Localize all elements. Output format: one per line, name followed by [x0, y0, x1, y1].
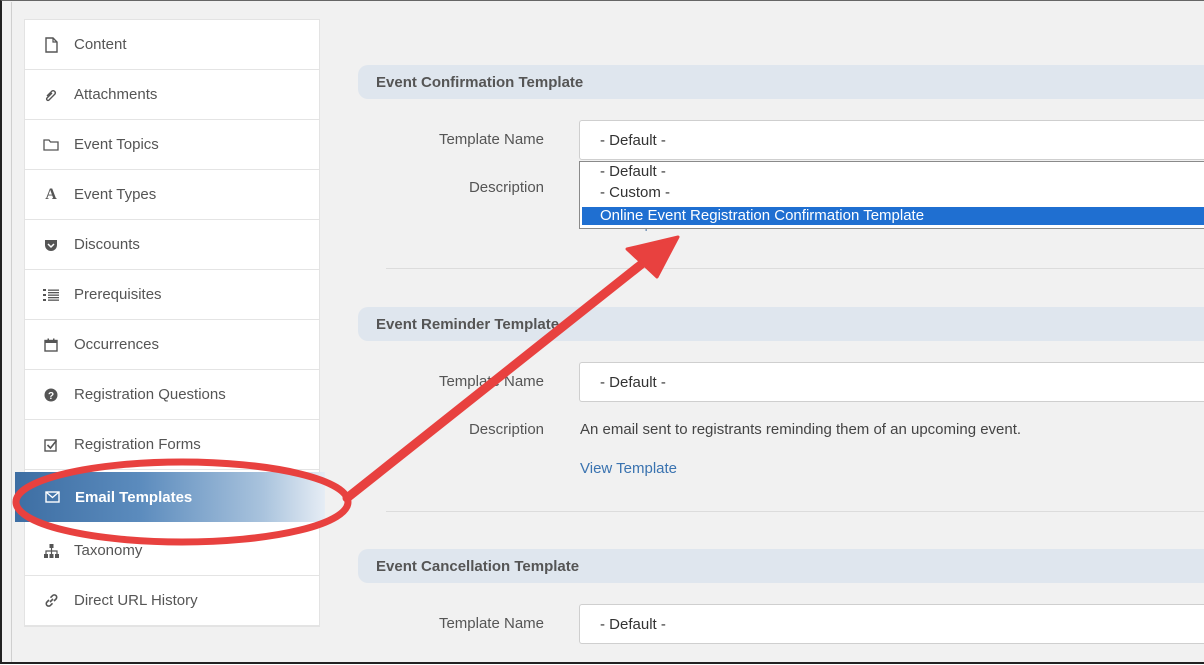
sidebar-item-label: Registration Forms	[74, 436, 201, 453]
sitemap-icon	[42, 542, 60, 560]
reminder-selected-value: - Default -	[600, 373, 666, 391]
dropdown-option-online-confirmation[interactable]: Online Event Registration Confirmation T…	[582, 207, 1204, 225]
window-frame: Content Attachments Event Topics A Event…	[0, 0, 1204, 664]
font-icon: A	[45, 185, 57, 203]
section-divider	[386, 511, 1204, 512]
shield-icon	[42, 236, 60, 254]
reminder-section-header: Event Reminder Template	[358, 307, 1204, 341]
paperclip-icon	[42, 86, 60, 104]
sidebar-item-label: Content	[74, 36, 127, 53]
cancellation-section-header: Event Cancellation Template	[358, 549, 1204, 583]
envelope-icon	[43, 488, 61, 506]
sidebar-item-label: Attachments	[74, 86, 158, 103]
sidebar-item-label: Event Types	[74, 186, 157, 203]
confirmation-template-select[interactable]: - Default -	[579, 120, 1204, 160]
sidebar-item-label: Discounts	[74, 236, 140, 253]
sidebar-item-label: Email Templates	[75, 488, 193, 506]
sidebar-item-label: Prerequisites	[74, 286, 162, 303]
annotation-arrow-head	[625, 235, 680, 279]
section-divider	[386, 268, 1204, 269]
checkbox-icon	[42, 436, 60, 454]
file-icon	[42, 36, 60, 54]
sidebar-nav: Content Attachments Event Topics A Event…	[11, 2, 325, 662]
svg-text:?: ?	[48, 391, 54, 402]
sidebar-item-taxonomy[interactable]: Taxonomy	[25, 526, 319, 576]
list-icon	[42, 286, 60, 304]
reminder-description-text: An email sent to registrants reminding t…	[580, 421, 1022, 438]
cancellation-template-select[interactable]: - Default -	[579, 604, 1204, 644]
confirmation-template-name-label: Template Name	[438, 131, 544, 148]
confirmation-description-label: Description	[468, 179, 544, 196]
sidebar-item-attachments[interactable]: Attachments	[25, 70, 319, 120]
sidebar-item-label: Taxonomy	[74, 542, 143, 559]
link-icon	[42, 592, 60, 610]
reminder-template-select[interactable]: - Default -	[579, 362, 1204, 402]
sidebar-item-event-types[interactable]: A Event Types	[25, 170, 319, 220]
folder-icon	[42, 136, 60, 154]
confirmation-section-header: Event Confirmation Template	[358, 65, 1204, 99]
confirmation-selected-value: - Default -	[600, 131, 666, 149]
reminder-template-name-label: Template Name	[438, 373, 544, 390]
sidebar-item-label: Occurrences	[74, 336, 160, 353]
calendar-icon	[42, 336, 60, 354]
sidebar-item-email-templates[interactable]: Email Templates	[15, 472, 325, 522]
sidebar-item-registration-forms[interactable]: Registration Forms	[25, 420, 319, 470]
sidebar-item-direct-url-history[interactable]: Direct URL History	[25, 576, 319, 626]
cancellation-template-name-label: Template Name	[438, 615, 544, 632]
sidebar-item-label: Registration Questions	[74, 386, 226, 403]
template-dropdown-list: - Default - - Custom - Online Event Regi…	[579, 161, 1204, 229]
reminder-view-template-link[interactable]: View Template	[580, 460, 677, 477]
sidebar-item-occurrences[interactable]: Occurrences	[25, 320, 319, 370]
sidebar-item-content[interactable]: Content	[25, 20, 319, 70]
sidebar-item-label: Direct URL History	[74, 592, 198, 609]
dropdown-option-custom[interactable]: - Custom -	[600, 184, 670, 202]
sidebar-item-event-topics[interactable]: Event Topics	[25, 120, 319, 170]
question-circle-icon: ?	[42, 386, 60, 404]
sidebar-item-discounts[interactable]: Discounts	[25, 220, 319, 270]
sidebar-item-registration-questions[interactable]: ? Registration Questions	[25, 370, 319, 420]
sidebar-item-prerequisites[interactable]: Prerequisites	[25, 270, 319, 320]
reminder-description-label: Description	[468, 421, 544, 438]
dropdown-option-default[interactable]: - Default -	[600, 163, 666, 181]
cancellation-selected-value: - Default -	[600, 615, 666, 633]
sidebar-item-label: Event Topics	[74, 136, 159, 153]
